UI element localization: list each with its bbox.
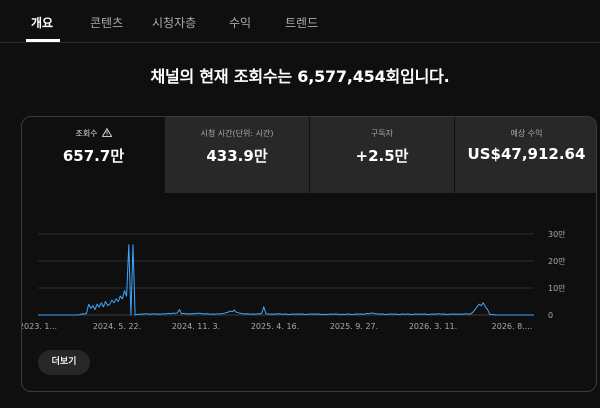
x-tick-label: 2026. 3. 11. bbox=[409, 322, 457, 331]
analytics-card: 조회수 657.7만 시청 시간(단위: 시간) 433.9만 구독자 +2.5… bbox=[21, 116, 597, 392]
x-tick-label: 2025. 9. 27. bbox=[330, 322, 378, 331]
x-tick-label: 2024. 11. 3. bbox=[172, 322, 220, 331]
y-tick-label: 0 bbox=[548, 311, 553, 320]
tab-bar: 개요 콘텐츠 시청자층 수익 트렌드 bbox=[0, 0, 600, 43]
tab-revenue[interactable]: 수익 bbox=[229, 14, 251, 31]
tab-audience[interactable]: 시청자층 bbox=[152, 14, 196, 31]
tab-content[interactable]: 콘텐츠 bbox=[90, 14, 123, 31]
tab-trends[interactable]: 트렌드 bbox=[285, 14, 318, 31]
views-series-line bbox=[38, 244, 534, 316]
y-tick-label: 30만 bbox=[548, 230, 566, 239]
x-tick-label: 2023. 1... bbox=[22, 322, 57, 331]
views-line-chart[interactable]: 30만 20만 10만 0 2023. 1... 2024. 5. 22. 2024. 11… bbox=[22, 117, 597, 392]
page-title: 채널의 현재 조회수는 6,577,454회입니다. bbox=[150, 67, 450, 86]
y-tick-label: 10만 bbox=[548, 284, 566, 293]
tab-overview[interactable]: 개요 bbox=[31, 14, 53, 31]
y-tick-label: 20만 bbox=[548, 257, 566, 266]
views-chart-area: 30만 20만 10만 0 2023. 1... 2024. 5. 22. 2024. 11… bbox=[22, 117, 597, 392]
x-tick-label: 2025. 4. 16. bbox=[251, 322, 299, 331]
see-more-button[interactable]: 더보기 bbox=[38, 350, 90, 375]
active-tab-indicator bbox=[26, 39, 60, 42]
x-tick-label: 2024. 5. 22. bbox=[93, 322, 141, 331]
x-tick-label: 2026. 8.... bbox=[492, 322, 533, 331]
